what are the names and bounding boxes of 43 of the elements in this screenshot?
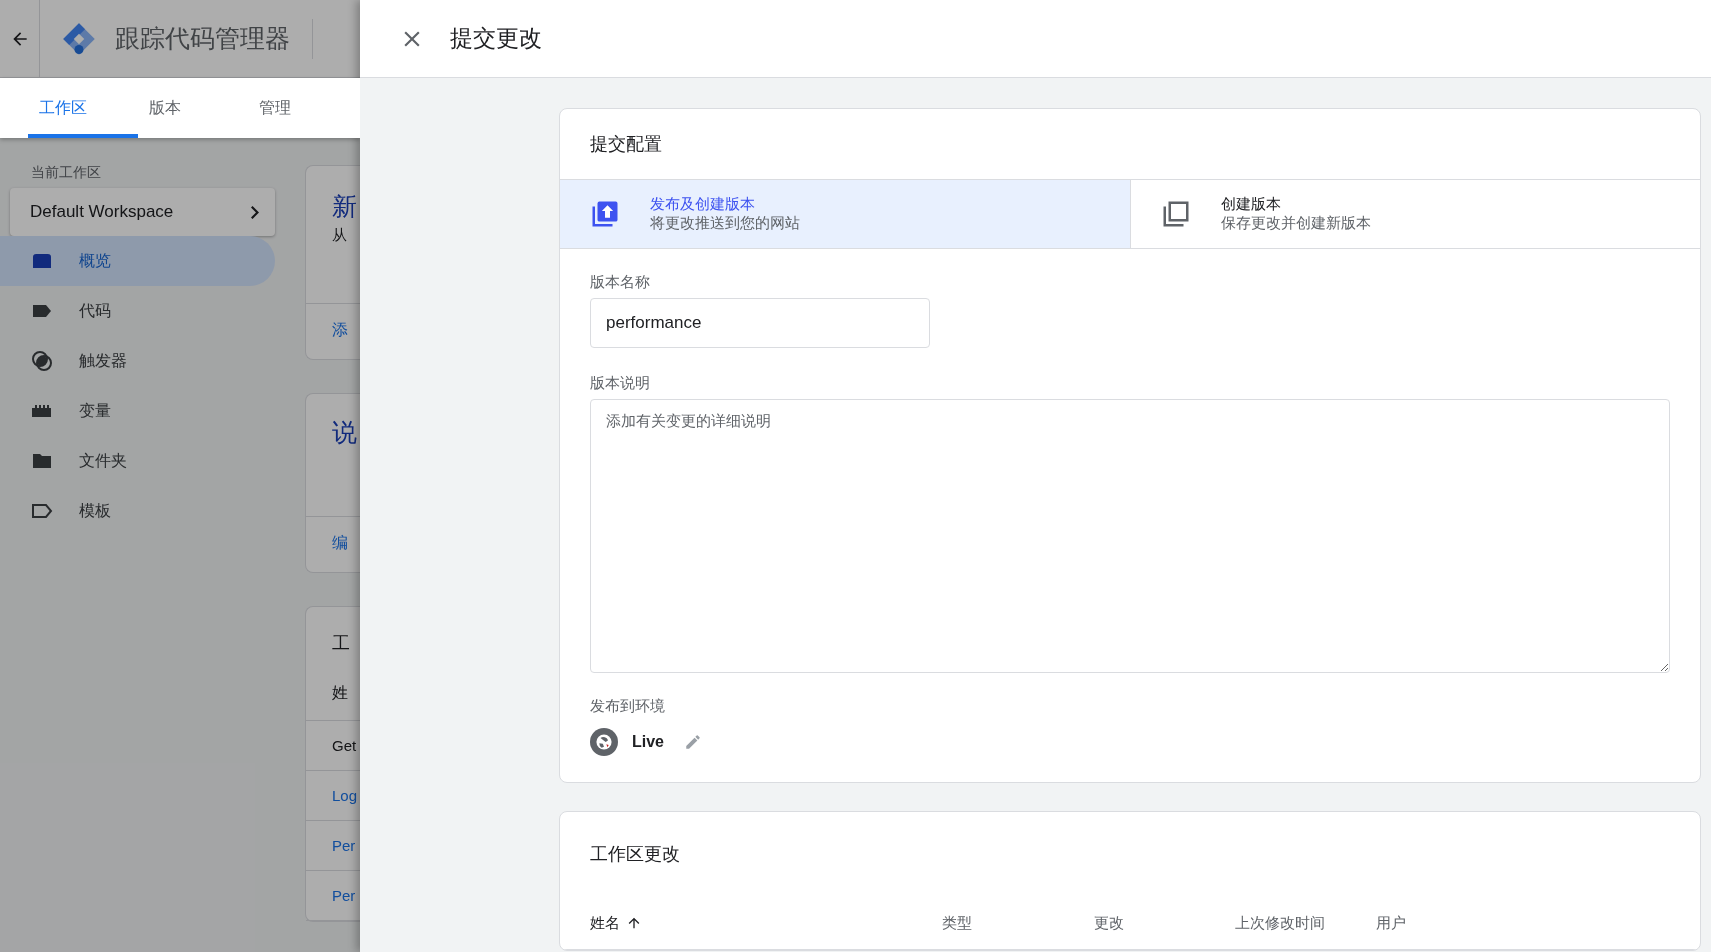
card-title: 工作区更改 — [589, 843, 681, 866]
column-header[interactable]: 上次修改时间 — [1235, 914, 1376, 938]
field-label: 版本说明 — [590, 374, 650, 393]
nav-item[interactable]: 概览 — [0, 236, 275, 286]
chevron-right-icon — [251, 205, 259, 219]
card-title: 新 — [332, 191, 358, 222]
nav-item[interactable]: 模板 — [0, 486, 275, 536]
card-title: 工 — [332, 632, 351, 655]
field-label: 版本名称 — [590, 273, 650, 292]
column-header[interactable]: 类型 — [942, 914, 1094, 938]
tab[interactable]: 管理 — [248, 78, 358, 138]
option-description: 保存更改并创建新版本 — [1220, 214, 1371, 233]
field-label: 发布到环境 — [590, 697, 665, 716]
submit-option[interactable]: 发布及创建版本 将更改推送到您的网站 — [560, 180, 1130, 248]
column-header[interactable]: 更改 — [1094, 914, 1235, 938]
card-text: 从 — [332, 226, 348, 245]
column-header[interactable]: 用户 — [1376, 914, 1406, 938]
card-title: 说 — [332, 417, 358, 448]
option-title: 发布及创建版本 — [650, 195, 756, 214]
option-description: 将更改推送到您的网站 — [650, 214, 800, 233]
publish-icon — [590, 199, 620, 229]
card-title: 提交配置 — [589, 133, 663, 156]
app-title: 跟踪代码管理器 — [115, 23, 290, 54]
option-title: 创建版本 — [1220, 195, 1282, 214]
column-header[interactable]: 姓名 — [590, 914, 942, 938]
edit-button[interactable] — [684, 733, 702, 751]
section-label: 当前工作区 — [30, 164, 102, 182]
nav-item[interactable]: 变量 — [0, 386, 275, 436]
workspace-selector[interactable]: Default Workspace — [10, 188, 275, 236]
submit-option[interactable]: 创建版本 保存更改并创建新版本 — [1129, 180, 1700, 248]
input-field[interactable]: performance — [590, 298, 930, 348]
sort-arrow-icon — [626, 915, 642, 931]
dialog-title: 提交更改 — [450, 24, 542, 53]
pencil-icon — [684, 733, 702, 751]
environment-name: Live — [632, 733, 664, 751]
text-area[interactable]: 添加有关变更的详细说明 — [590, 399, 1670, 673]
tab[interactable]: 版本 — [138, 78, 248, 138]
nav-item[interactable]: 文件夹 — [0, 436, 275, 486]
nav-item[interactable]: 触发器 — [0, 336, 275, 386]
trigger-icon — [30, 349, 54, 373]
nav-item[interactable]: 代码 — [0, 286, 275, 336]
globe-icon — [590, 728, 618, 756]
tab[interactable]: 工作区 — [28, 78, 138, 138]
